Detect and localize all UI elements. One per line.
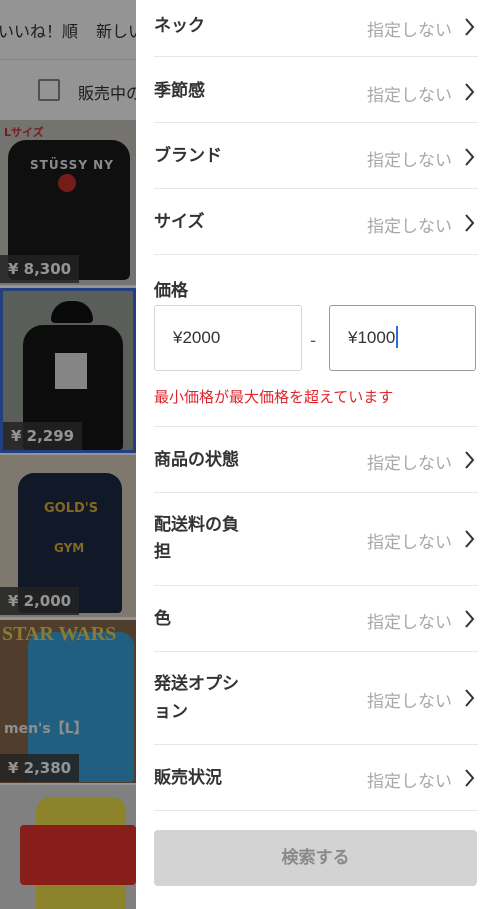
filter-value: 指定しない [367,217,452,237]
price-error-message: 最小価格が最大価格を超えています [154,388,394,406]
filter-row-color[interactable]: 色 指定しない [154,586,478,652]
search-button[interactable]: 検索する [154,830,477,886]
filter-label: 季節感 [154,81,205,101]
filter-row-neck[interactable]: ネック 指定しない [154,0,478,57]
filter-value: 指定しない [367,454,452,474]
min-price-input[interactable]: ¥2000 [154,305,302,371]
chevron-right-icon [460,528,478,550]
filter-label-continued: ョン [154,702,188,722]
price-label: 価格 [154,281,188,301]
text-cursor [396,326,398,349]
filter-row-condition[interactable]: 商品の状態 指定しない [154,427,478,493]
filter-row-sales-status[interactable]: 販売状況 指定しない [154,745,478,811]
filter-value: 指定しない [367,151,452,171]
chevron-right-icon [460,146,478,168]
chevron-right-icon [460,16,478,38]
chevron-right-icon [460,449,478,471]
filter-label: ネック [154,16,205,36]
min-price-value: ¥2000 [173,328,221,347]
filter-row-season[interactable]: 季節感 指定しない [154,57,478,123]
filter-label: ブランド [154,146,222,166]
filter-value: 指定しない [367,86,452,106]
filter-label: 色 [154,609,171,629]
filter-label-continued: 担 [154,542,171,562]
filter-label: 商品の状態 [154,450,239,470]
filter-row-brand[interactable]: ブランド 指定しない [154,123,478,189]
max-price-value: ¥1000 [348,328,396,347]
filter-value: 指定しない [367,21,452,41]
filter-value: 指定しない [367,772,452,792]
filter-label: 配送料の負 [154,515,239,535]
price-separator: - [310,331,317,351]
max-price-input[interactable]: ¥1000 [329,305,476,371]
chevron-right-icon [460,767,478,789]
chevron-right-icon [460,81,478,103]
filter-value: 指定しない [367,533,452,553]
chevron-right-icon [460,212,478,234]
filter-value: 指定しない [367,613,452,633]
chevron-right-icon [460,687,478,709]
filter-value: 指定しない [367,692,452,712]
filter-drawer: ネック 指定しない 季節感 指定しない ブランド 指定しない サイズ 指定しない… [136,0,498,909]
filter-label: 発送オプシ [154,674,239,694]
filter-label: 販売状況 [154,768,222,788]
filter-row-shipping-fee[interactable]: 配送料の負 担 指定しない [154,493,478,586]
filter-row-shipping-option[interactable]: 発送オプシ ョン 指定しない [154,652,478,745]
filter-label: サイズ [154,212,205,232]
filter-row-size[interactable]: サイズ 指定しない [154,189,478,255]
chevron-right-icon [460,608,478,630]
